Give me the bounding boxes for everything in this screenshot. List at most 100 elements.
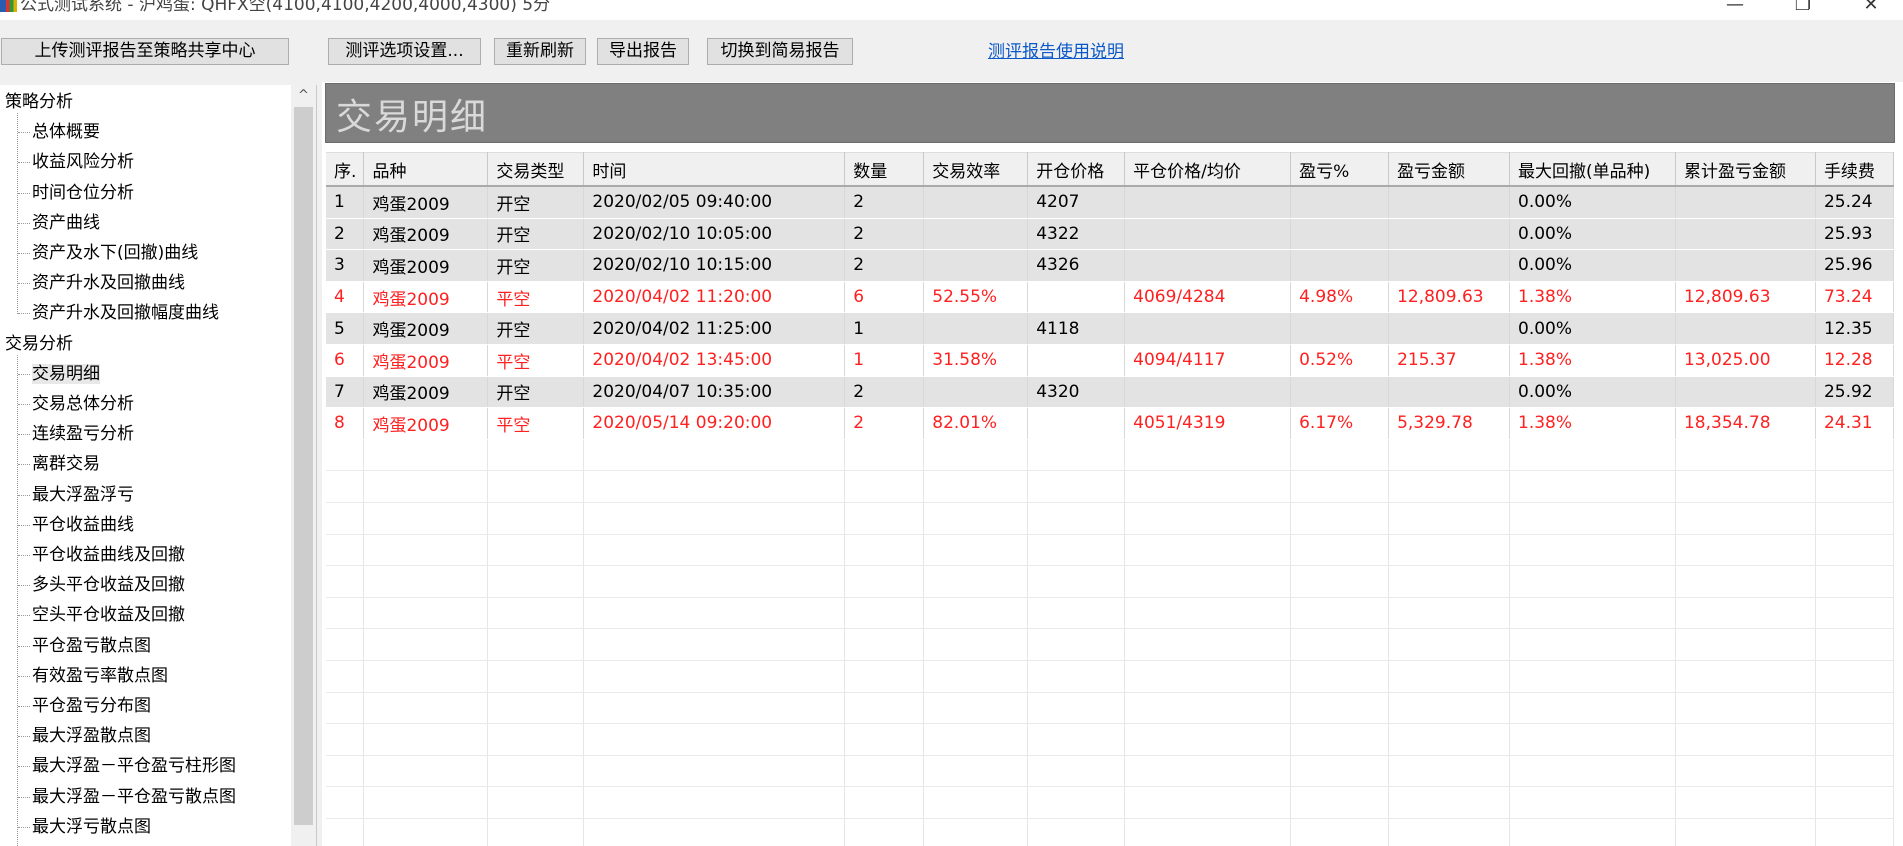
sidebar-item[interactable]: 资产曲线 xyxy=(32,208,100,238)
table-cell: 82.01% xyxy=(923,407,1029,440)
report-title: 交易明细 xyxy=(336,97,489,138)
empty-cell xyxy=(1388,439,1511,472)
table-cell xyxy=(1675,312,1816,345)
restore-icon[interactable]: ❐ xyxy=(1783,0,1823,15)
help-link[interactable]: 测评报告使用说明 xyxy=(988,37,1124,62)
column-header[interactable]: 品种 xyxy=(363,152,489,187)
tree-connector xyxy=(18,706,30,707)
empty-row xyxy=(326,755,1894,788)
sidebar-item[interactable]: 总体概要 xyxy=(32,117,100,147)
empty-cell xyxy=(1675,786,1816,819)
sidebar-item[interactable]: 时间仓位分析 xyxy=(32,178,134,208)
sidebar-item[interactable]: 平仓盈亏分布图 xyxy=(32,691,151,721)
tree-connector xyxy=(18,162,30,164)
table-cell: 5,329.78 xyxy=(1388,407,1511,440)
table-row[interactable]: 8 鸡蛋2009 平空 2020/05/14 09:20:00 2 82.01% 4051/… xyxy=(326,407,1894,440)
window-title: 公式测试系统 - 沪鸡蛋: QHFX空(4100,4100,4200,4000,… xyxy=(20,0,551,15)
sidebar-scrollbar[interactable]: ^ xyxy=(291,85,316,846)
table-row[interactable]: 2 鸡蛋2009 开空 2020/02/10 10:05:00 2 4322 0.00% 25… xyxy=(326,218,1894,251)
sidebar-item[interactable]: 最大浮亏散点图 xyxy=(32,812,151,842)
export-report-button[interactable]: 导出报告 xyxy=(597,38,689,65)
empty-cell xyxy=(487,660,585,693)
empty-cell xyxy=(363,565,489,598)
empty-cell xyxy=(326,818,365,846)
column-header[interactable]: 最大回撤(单品种) xyxy=(1509,152,1676,187)
empty-cell xyxy=(1815,692,1894,725)
sidebar-item[interactable]: 收益风险分析 xyxy=(32,147,134,177)
column-header[interactable]: 盈亏金额 xyxy=(1388,152,1511,187)
empty-cell xyxy=(923,470,1029,503)
empty-cell xyxy=(1124,565,1292,598)
column-header[interactable]: 序. xyxy=(326,152,365,187)
sidebar-item[interactable]: 平仓盈亏散点图 xyxy=(32,631,151,661)
column-header[interactable]: 累计盈亏金额 xyxy=(1675,152,1816,187)
tree-group-1[interactable]: 交易分析 xyxy=(5,329,73,359)
table-row[interactable]: 7 鸡蛋2009 开空 2020/04/07 10:35:00 2 4320 0.00% 25… xyxy=(326,376,1894,409)
column-header[interactable]: 开仓价格 xyxy=(1027,152,1126,187)
empty-cell xyxy=(844,470,925,503)
column-header[interactable]: 数量 xyxy=(844,152,925,187)
table-cell: 24.31 xyxy=(1815,407,1894,440)
sidebar-item[interactable]: 平仓收益曲线 xyxy=(32,510,134,540)
empty-row xyxy=(326,597,1894,630)
options-settings-button[interactable]: 测评选项设置... xyxy=(328,38,481,65)
empty-row xyxy=(326,818,1894,846)
sidebar-item[interactable]: 资产及水下(回撤)曲线 xyxy=(32,238,198,268)
empty-cell xyxy=(326,786,365,819)
empty-row xyxy=(326,502,1894,535)
sidebar-item[interactable]: 最大浮亏－平仓盈亏柱形图 xyxy=(32,842,236,846)
tree-connector xyxy=(18,192,30,194)
empty-cell xyxy=(326,565,365,598)
table-cell: 开空 xyxy=(487,186,585,219)
column-header[interactable]: 交易效率 xyxy=(923,152,1029,187)
empty-cell xyxy=(1124,723,1292,756)
sidebar-item[interactable]: 交易明细 xyxy=(32,359,100,389)
sidebar-item[interactable]: 资产升水及回撤幅度曲线 xyxy=(32,298,219,328)
sidebar-item-label: 离群交易 xyxy=(32,454,100,475)
empty-cell xyxy=(487,755,585,788)
table-row[interactable]: 4 鸡蛋2009 平空 2020/04/02 11:20:00 6 52.55% 4069/… xyxy=(326,281,1894,314)
tree-group-0[interactable]: 策略分析 xyxy=(5,87,73,117)
table-row[interactable]: 5 鸡蛋2009 开空 2020/04/02 11:25:00 1 4118 0.00% 12… xyxy=(326,312,1894,345)
empty-cell xyxy=(923,660,1029,693)
column-header[interactable]: 平仓价格/均价 xyxy=(1124,152,1292,187)
sidebar-item[interactable]: 最大浮盈－平仓盈亏散点图 xyxy=(32,782,236,812)
sidebar-item[interactable]: 资产升水及回撤曲线 xyxy=(32,268,185,298)
upload-report-button[interactable]: 上传测评报告至策略共享中心 xyxy=(1,38,289,65)
table-row[interactable]: 1 鸡蛋2009 开空 2020/02/05 09:40:00 2 4207 0.00% 25… xyxy=(326,186,1894,219)
sidebar-item[interactable]: 最大浮盈浮亏 xyxy=(32,480,134,510)
table-header: 序. 品种 交易类型 时间 数量 交易效率 开仓价格 平仓价格/均价 盈亏% 盈亏金额 最大回撤(单… xyxy=(326,152,1894,187)
table-cell: 4.98% xyxy=(1290,281,1390,314)
sidebar-item[interactable]: 离群交易 xyxy=(32,449,100,479)
column-header[interactable]: 交易类型 xyxy=(487,152,585,187)
empty-cell xyxy=(844,439,925,472)
empty-cell xyxy=(326,692,365,725)
scroll-up-icon[interactable]: ^ xyxy=(291,85,316,107)
sidebar-item[interactable]: 最大浮盈散点图 xyxy=(32,721,151,751)
table-row[interactable]: 3 鸡蛋2009 开空 2020/02/10 10:15:00 2 4326 0.00% 25… xyxy=(326,249,1894,282)
sidebar-item[interactable]: 多头平仓收益及回撤 xyxy=(32,570,185,600)
empty-cell xyxy=(1027,597,1126,630)
close-icon[interactable]: ✕ xyxy=(1851,0,1891,15)
column-header[interactable]: 手续费 xyxy=(1815,152,1894,187)
table-row[interactable]: 6 鸡蛋2009 平空 2020/04/02 13:45:00 1 31.58% 4094/… xyxy=(326,344,1894,377)
switch-simple-report-button[interactable]: 切换到简易报告 xyxy=(707,38,853,65)
refresh-button[interactable]: 重新刷新 xyxy=(494,38,586,65)
table-cell xyxy=(1388,376,1511,409)
column-header[interactable]: 时间 xyxy=(583,152,846,187)
trade-detail-grid[interactable]: 序. 品种 交易类型 时间 数量 交易效率 开仓价格 平仓价格/均价 盈亏% 盈亏金额 最大回撤(单… xyxy=(326,152,1894,846)
empty-cell xyxy=(1290,786,1390,819)
sidebar-item[interactable]: 平仓收益曲线及回撤 xyxy=(32,540,185,570)
scroll-thumb[interactable] xyxy=(294,107,313,825)
empty-cell xyxy=(363,439,489,472)
empty-cell xyxy=(1124,470,1292,503)
sidebar-item[interactable]: 交易总体分析 xyxy=(32,389,134,419)
sidebar-item[interactable]: 最大浮盈－平仓盈亏柱形图 xyxy=(32,751,236,781)
sidebar-item[interactable]: 有效盈亏率散点图 xyxy=(32,661,168,691)
table-cell: 5 xyxy=(326,312,365,345)
sidebar-item[interactable]: 空头平仓收益及回撤 xyxy=(32,600,185,630)
minimize-icon[interactable]: — xyxy=(1715,0,1755,15)
column-header[interactable]: 盈亏% xyxy=(1290,152,1390,187)
sidebar-item[interactable]: 连续盈亏分析 xyxy=(32,419,134,449)
sidebar-item-label: 资产及水下(回撤)曲线 xyxy=(32,243,199,263)
